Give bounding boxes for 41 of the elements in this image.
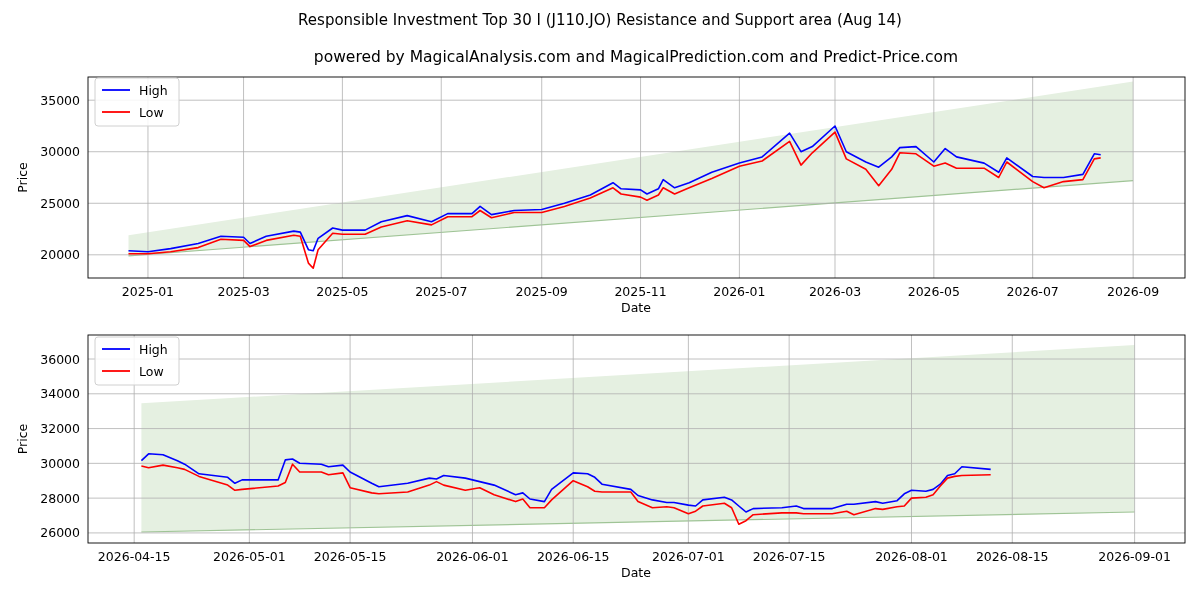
legend-label: Low [139,104,164,120]
x-axis-label: Date [621,300,651,315]
x-axis-label: Date [621,565,651,580]
x-tick-label: 2025-01 [121,284,175,299]
x-tick-label: 2026-05-15 [313,549,387,564]
x-tick-label: 2026-07-01 [652,549,725,564]
x-tick-label: 2026-07-15 [752,549,826,564]
legend-label: High [139,341,168,357]
x-tick-label: 2026-08-01 [875,549,948,564]
chart-title: powered by MagicalAnalysis.com and MagicalPrediction.com and Predict-Price.com [313,48,959,66]
y-axis-label: Price [15,423,30,455]
x-tick-label: 2025-03 [217,284,270,299]
x-tick-label: 2026-09 [1107,284,1160,299]
y-tick-label: 35000 [40,92,80,108]
y-tick-label: 28000 [40,490,80,506]
y-tick-label: 32000 [40,421,80,437]
x-tick-label: 2025-09 [515,284,568,299]
figure-title: Responsible Investment Top 30 I (J110.JO) Resistance and Support area (Aug 14) [297,10,903,31]
x-tick-label: 2025-07 [415,284,468,299]
x-tick-label: 2026-07 [1006,284,1059,299]
x-tick-label: 2026-05-01 [213,549,286,564]
y-axis-label: Price [15,162,30,193]
y-tick-label: 20000 [40,247,80,263]
legend-label: Low [139,363,164,379]
y-tick-label: 25000 [40,195,80,211]
y-tick-label: 34000 [40,386,80,402]
y-tick-label: 26000 [40,525,80,541]
x-tick-label: 2025-11 [614,284,667,299]
x-tick-label: 2026-04-15 [97,549,171,564]
x-tick-label: 2026-05 [907,284,960,299]
y-tick-label: 36000 [40,351,80,367]
x-tick-label: 2025-05 [316,284,369,299]
x-tick-label: 2026-06-15 [536,549,610,564]
x-tick-label: 2026-06-01 [436,549,509,564]
x-tick-label: 2026-09-01 [1098,549,1171,564]
legend-label: High [139,82,168,98]
y-tick-label: 30000 [40,144,80,160]
x-tick-label: 2026-08-15 [975,549,1049,564]
y-tick-label: 30000 [40,455,80,471]
x-tick-label: 2026-01 [713,284,766,299]
x-tick-label: 2026-03 [808,284,862,299]
